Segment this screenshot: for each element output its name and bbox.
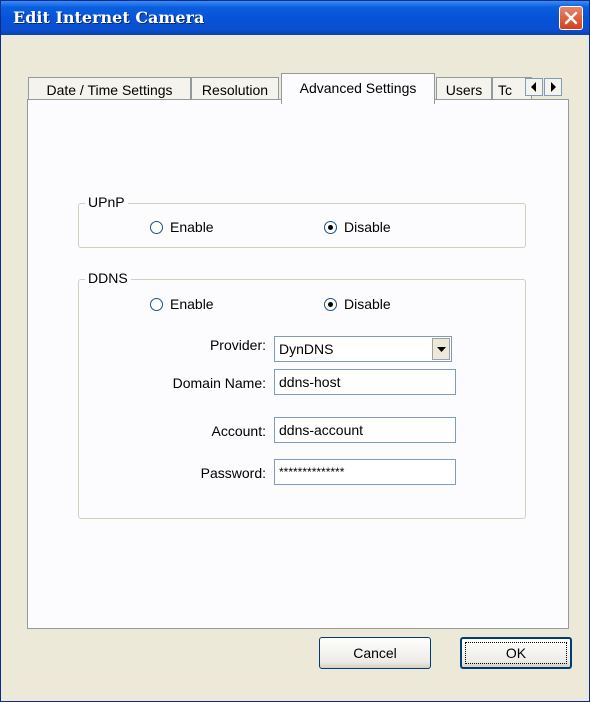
radio-circle (324, 220, 337, 234)
dropdown-arrow-icon (437, 347, 446, 352)
upnp-group-label: UPnP (85, 194, 128, 210)
upnp-groupbox: UPnP Enable Disable (78, 194, 526, 248)
ddns-enable-label: Enable (170, 296, 214, 312)
tab-panel-advanced-settings: UPnP Enable Disable DDNS Enable Disable … (27, 99, 569, 629)
ddns-disable-radio[interactable]: Disable (324, 296, 391, 312)
radio-selected-dot (328, 301, 333, 307)
provider-value: DynDNS (279, 341, 334, 357)
focus-rectangle (465, 642, 567, 664)
ddns-enable-radio[interactable]: Enable (150, 296, 214, 312)
radio-circle (150, 297, 163, 311)
dialog-window: Edit Internet Camera Date / Time Setting… (0, 0, 590, 702)
tab-scroll-left-icon (531, 82, 536, 92)
dialog-client: Date / Time Settings Resolution Advanced… (1, 35, 589, 701)
radio-circle (150, 220, 163, 234)
tab-label: Resolution (201, 82, 269, 98)
account-field[interactable] (274, 417, 456, 443)
tab-scroll-left-button[interactable] (525, 78, 543, 96)
dropdown-button[interactable] (432, 338, 450, 360)
ddns-disable-label: Disable (344, 296, 391, 312)
title-bar[interactable]: Edit Internet Camera (1, 1, 589, 35)
provider-label: Provider: (209, 337, 266, 353)
ok-button[interactable]: OK (460, 637, 572, 669)
tab-scroll-right-button[interactable] (544, 78, 562, 96)
domain-name-field[interactable] (274, 369, 456, 395)
password-field[interactable] (274, 459, 456, 485)
password-label: Password: (200, 465, 266, 481)
domain-name-label: Domain Name: (172, 375, 266, 391)
tab-label: Users (445, 82, 483, 98)
close-button[interactable] (559, 6, 583, 30)
cancel-button[interactable]: Cancel (319, 637, 431, 669)
window-title: Edit Internet Camera (13, 8, 205, 27)
provider-select[interactable]: DynDNS (274, 336, 452, 362)
tab-scroll-right-icon (551, 82, 556, 92)
tab-advanced-settings[interactable]: Advanced Settings (281, 73, 435, 104)
upnp-disable-radio[interactable]: Disable (324, 219, 391, 235)
cancel-button-label: Cancel (353, 645, 397, 661)
radio-selected-dot (328, 224, 333, 230)
tab-label: Tc (498, 82, 512, 98)
upnp-enable-radio[interactable]: Enable (150, 219, 214, 235)
ddns-group-label: DDNS (85, 270, 131, 286)
tab-label: Advanced Settings (299, 80, 417, 96)
ddns-groupbox: DDNS Enable Disable Provider: DynDNS Dom… (78, 270, 526, 519)
radio-circle (324, 297, 337, 311)
account-label: Account: (211, 423, 266, 439)
close-icon (564, 11, 578, 25)
upnp-disable-label: Disable (344, 219, 391, 235)
upnp-enable-label: Enable (170, 219, 214, 235)
tab-label: Date / Time Settings (46, 82, 173, 98)
